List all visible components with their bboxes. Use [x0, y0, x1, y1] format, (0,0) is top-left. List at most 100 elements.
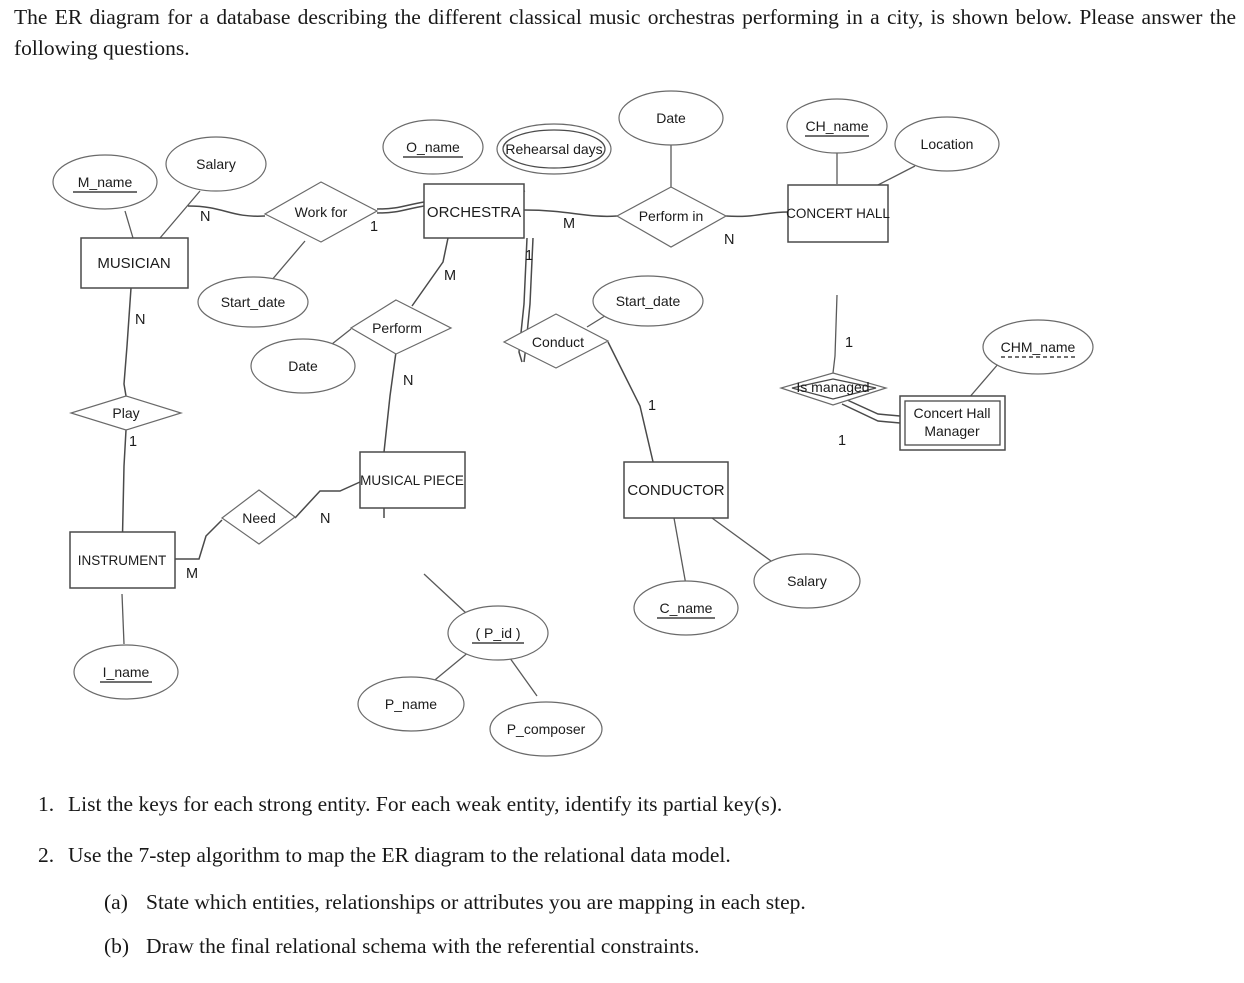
cardinality-perform-piece: N — [403, 373, 413, 389]
attribute-ch-name: CH_name — [786, 98, 888, 154]
question-2-subitem-b-number: (b) — [104, 934, 130, 959]
attribute-o-name-label: O_name — [406, 139, 460, 155]
cardinality-orchestra-perform: M — [444, 268, 456, 284]
relationship-need-label: Need — [242, 510, 275, 526]
cardinality-need-piece: N — [320, 511, 330, 527]
relationship-perform-in-label: Perform in — [639, 208, 704, 224]
entity-musician-label: MUSICIAN — [97, 255, 170, 272]
relationship-perform-label: Perform — [372, 320, 422, 336]
cardinality-instrument-need: M — [186, 566, 198, 582]
attribute-conduct-start-date-label: Start_date — [616, 293, 681, 309]
relationship-conduct-label: Conduct — [532, 334, 584, 350]
cardinality-orchestra-conduct: 1 — [525, 248, 533, 264]
relationship-need: Need — [220, 489, 296, 545]
question-2-subitem-b: (b) Draw the final relational schema wit… — [104, 932, 1218, 961]
entity-instrument: INSTRUMENT — [69, 531, 176, 589]
link-instrument-need — [175, 519, 223, 560]
relationship-is-managed-label: Is managed — [796, 379, 869, 395]
link-cname-conductor — [673, 517, 687, 586]
attribute-location: Location — [894, 116, 1000, 172]
link-orchestra-perform — [411, 237, 449, 307]
question-2-subitems: (a) State which entities, relationships … — [104, 888, 1218, 961]
relationship-perform-in: Perform in — [615, 186, 728, 248]
entity-concert-hall-label: CONCERT HALL — [786, 206, 890, 221]
link-musician-play — [123, 287, 132, 397]
entity-musician: MUSICIAN — [80, 237, 189, 289]
attribute-ch-name-label: CH_name — [805, 118, 868, 134]
attribute-perform-date-label: Date — [288, 358, 318, 374]
question-2-number: 2. — [38, 843, 55, 868]
question-2-text: Use the 7-step algorithm to map the ER d… — [68, 843, 731, 868]
attribute-m-name-label: M_name — [78, 174, 133, 190]
cardinality-play-instrument: 1 — [129, 434, 137, 450]
entity-concert-hall-manager: Concert Hall Manager — [899, 395, 1006, 451]
attribute-chm-name: CHM_name — [982, 319, 1094, 375]
attribute-p-id-label: ( P_id ) — [475, 625, 520, 641]
cardinality-workfor-orchestra: 1 — [370, 219, 378, 235]
entity-conductor-label: CONDUCTOR — [627, 482, 724, 499]
attribute-rehearsal-days: Rehearsal days — [496, 123, 612, 175]
attribute-o-name: O_name — [382, 119, 484, 175]
attribute-c-name-label: C_name — [660, 600, 713, 616]
attribute-location-label: Location — [921, 136, 974, 152]
link-salary-musician — [159, 190, 201, 239]
cardinality-performin-hall: N — [724, 232, 734, 248]
question-2-subitem-b-text: Draw the final relational schema with th… — [146, 934, 700, 959]
attribute-performin-date: Date — [618, 90, 724, 146]
attribute-performin-date-label: Date — [656, 110, 686, 126]
attribute-workfor-start-date: Start_date — [197, 276, 309, 328]
attribute-p-composer: P_composer — [489, 701, 603, 757]
question-item-2: 2. Use the 7-step algorithm to map the E… — [38, 841, 1218, 961]
link-location-hall — [875, 165, 916, 187]
relationship-work-for: Work for — [263, 181, 379, 243]
entity-musical-piece-label: MUSICAL PIECE — [360, 473, 464, 488]
entity-orchestra-label: ORCHESTRA — [427, 204, 521, 221]
cardinality-conduct-conductor: 1 — [648, 398, 656, 414]
entity-conductor: CONDUCTOR — [623, 461, 729, 519]
link-date-perform — [331, 328, 352, 345]
attribute-conductor-salary-label: Salary — [787, 573, 827, 589]
attribute-conductor-salary: Salary — [753, 553, 861, 609]
relationship-play: Play — [68, 395, 184, 431]
relationship-work-for-label: Work for — [295, 204, 348, 220]
er-diagram-canvas: M_name Salary O_name Rehearsal days Date… — [52, 90, 1094, 757]
link-pcomposer-pid — [506, 653, 538, 697]
attribute-chm-name-label: CHM_name — [1001, 339, 1076, 355]
entity-concert-hall-manager-label-line1: Concert Hall — [913, 405, 990, 421]
relationship-play-label: Play — [112, 405, 139, 421]
attribute-p-name-label: P_name — [385, 696, 437, 712]
attribute-musician-salary-label: Salary — [196, 156, 236, 172]
link-ismanaged-chm-a — [844, 398, 901, 417]
link-pname-pid — [429, 650, 471, 685]
attribute-perform-date: Date — [250, 338, 356, 394]
question-2-subitem-a: (a) State which entities, relationships … — [104, 888, 1218, 917]
question-2-subitem-a-text: State which entities, relationships or a… — [146, 890, 806, 915]
relationship-conduct: Conduct — [502, 313, 610, 369]
attribute-c-name: C_name — [633, 580, 739, 636]
attribute-p-composer-label: P_composer — [507, 721, 586, 737]
er-diagram: M_name Salary O_name Rehearsal days Date… — [0, 66, 1244, 786]
attribute-workfor-start-date-label: Start_date — [221, 294, 286, 310]
attribute-i-name-label: I_name — [103, 664, 150, 680]
relationship-perform: Perform — [349, 299, 453, 355]
entity-musical-piece: MUSICAL PIECE — [359, 451, 466, 509]
question-2-subitem-a-number: (a) — [104, 890, 128, 915]
question-1-text: List the keys for each strong entity. Fo… — [68, 792, 783, 816]
intro-text: The ER diagram for a database describing… — [14, 5, 1236, 60]
entity-instrument-label: INSTRUMENT — [78, 553, 167, 568]
attribute-conduct-start-date: Start_date — [592, 275, 704, 327]
link-performin-hall — [725, 211, 789, 218]
questions-list: 1. List the keys for each strong entity.… — [38, 790, 1218, 983]
cardinality-musician-workfor: N — [200, 209, 210, 225]
cardinality-hall-ismanaged: 1 — [845, 335, 853, 351]
link-hall-ismanaged — [832, 294, 838, 374]
cardinality-ismanaged-chm: 1 — [838, 433, 846, 449]
entity-concert-hall: CONCERT HALL — [786, 184, 890, 243]
question-item-1: 1. List the keys for each strong entity.… — [38, 790, 1218, 819]
entity-concert-hall-manager-label-line2: Manager — [924, 423, 980, 439]
intro-paragraph: The ER diagram for a database describing… — [14, 2, 1236, 63]
entity-orchestra: ORCHESTRA — [423, 183, 525, 239]
attribute-m-name: M_name — [52, 154, 158, 210]
link-mname-musician — [124, 210, 134, 239]
cardinality-orchestra-performin: M — [563, 216, 575, 232]
